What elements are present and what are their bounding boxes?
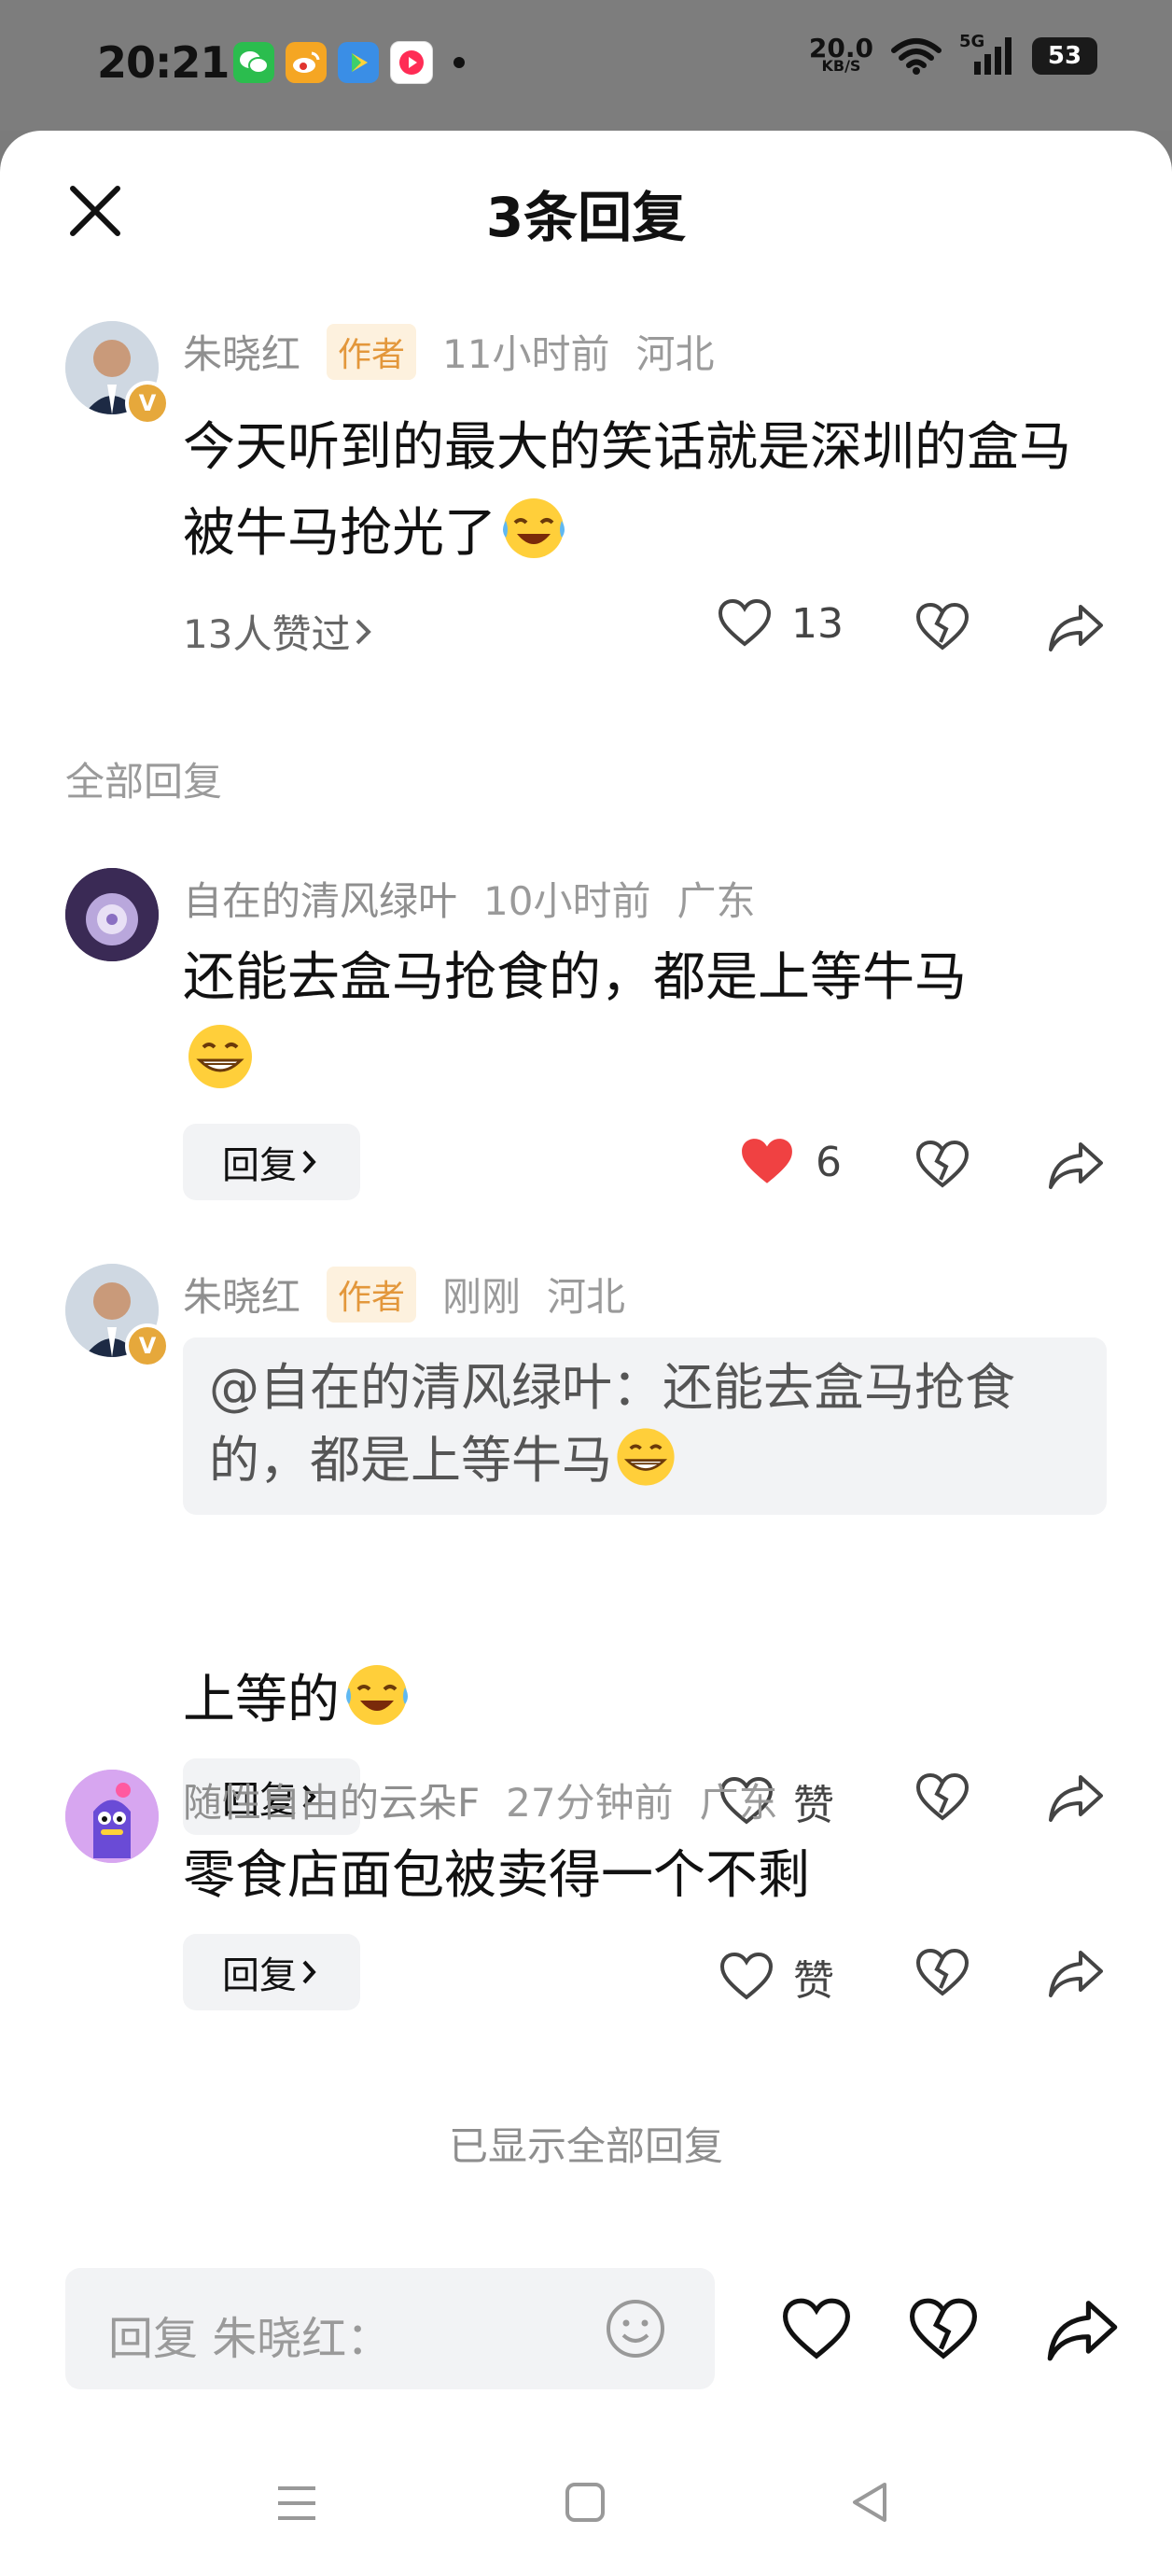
grin-emoji-icon	[617, 1428, 675, 1486]
reply-time: 27分钟前	[506, 1780, 674, 1826]
verified-badge-icon: V	[125, 381, 170, 426]
author-name[interactable]: 随性自由的云朵F	[183, 1771, 480, 1828]
net-speed-value: 20.0	[808, 33, 873, 63]
more-notifications-dot	[453, 57, 465, 68]
dislike-broken-heart-icon[interactable]	[914, 601, 970, 653]
reply-text: 上等的	[183, 1656, 1107, 1742]
share-icon[interactable]	[1047, 601, 1105, 653]
reply-button[interactable]: 回复	[183, 1124, 360, 1200]
avatar[interactable]	[65, 1770, 159, 1863]
reply-button-label: 回复	[222, 1144, 297, 1187]
reply-button-label: 回复	[222, 1954, 297, 1997]
reply-text: 还能去盒马抢食的，都是上等牛马	[183, 937, 1107, 1105]
replies-sheet: 3条回复 V 朱晓红 作者 11小时前 河北 今天听到的最大的笑话就是深圳的盒马…	[0, 131, 1172, 2576]
back-icon[interactable]	[849, 2479, 890, 2526]
grin-emoji-icon	[188, 1025, 252, 1088]
like-button[interactable]: 13	[717, 597, 844, 650]
home-icon[interactable]	[564, 2481, 607, 2524]
wechat-icon	[233, 42, 274, 83]
reply-location: 广东	[699, 1780, 778, 1826]
emoji-picker-icon[interactable]	[605, 2298, 666, 2359]
reply-text-content: 零食店面包被卖得一个不剩	[183, 1845, 810, 1906]
avatar[interactable]	[65, 868, 159, 961]
reply-meta: 随性自由的云朵F 27分钟前 广东	[183, 1771, 804, 1828]
comment-meta: 朱晓红 作者 11小时前 河北	[183, 323, 741, 380]
likers-label: 13人赞过	[183, 611, 351, 657]
net-speed: 20.0 KB/S	[808, 33, 873, 74]
author-badge: 作者	[327, 1266, 417, 1323]
likers-link[interactable]: 13人赞过	[183, 603, 378, 660]
comment-location: 河北	[635, 331, 715, 377]
status-time: 20:21	[97, 37, 230, 88]
quoted-reply: @自在的清风绿叶：还能去盒马抢食的，都是上等牛马	[183, 1337, 1107, 1515]
wifi-icon	[891, 38, 942, 75]
weibo-icon	[286, 42, 327, 83]
verified-badge-icon: V	[125, 1323, 170, 1368]
dislike-broken-heart-icon[interactable]	[914, 1139, 970, 1191]
reply-location: 河北	[547, 1274, 626, 1320]
reply-input[interactable]: 回复 朱晓红：	[65, 2268, 715, 2389]
comment-text: 今天听到的最大的笑话就是深圳的盒马被牛马抢光了	[183, 407, 1107, 575]
author-name[interactable]: 朱晓红	[183, 323, 300, 380]
heart-icon	[718, 598, 772, 647]
dislike-broken-heart-icon[interactable]	[907, 2296, 980, 2363]
reply-meta: 朱晓红 作者 刚刚 河北	[183, 1266, 651, 1323]
quoted-text: @自在的清风绿叶：还能去盒马抢食的，都是上等牛马	[209, 1352, 1095, 1496]
share-icon[interactable]	[1047, 1771, 1105, 1824]
reply-button[interactable]: 回复	[183, 1934, 360, 2010]
reply-text-content: 还能去盒马抢食的，都是上等牛马	[183, 947, 967, 1008]
like-count: 6	[816, 1138, 842, 1186]
chevron-right-icon	[356, 619, 372, 644]
reply-time: 刚刚	[442, 1274, 522, 1320]
like-count: 13	[791, 599, 844, 648]
chevron-right-icon	[302, 1960, 316, 1984]
all-replies-label: 全部回复	[65, 759, 223, 805]
reply-location: 广东	[677, 878, 756, 924]
cellular-signal-icon: 5G	[959, 32, 1015, 77]
like-heart-icon[interactable]	[780, 2296, 853, 2363]
share-icon[interactable]	[1047, 1139, 1105, 1191]
notification-icons	[233, 41, 465, 84]
chevron-right-icon	[302, 1150, 316, 1174]
menu-icon[interactable]	[274, 2483, 319, 2524]
comment-text-content: 今天听到的最大的笑话就是深圳的盒马被牛马抢光了	[183, 417, 1071, 564]
author-badge: 作者	[327, 323, 417, 380]
reply-text: 零食店面包被卖得一个不剩	[183, 1835, 1107, 1917]
sheet-title: 3条回复	[485, 186, 687, 249]
dislike-broken-heart-icon[interactable]	[914, 1947, 970, 1999]
reply-input-placeholder: 回复 朱晓红：	[108, 2313, 392, 2365]
like-label: 赞	[793, 1957, 834, 2005]
author-name[interactable]: 自在的清风绿叶	[183, 870, 457, 927]
like-button[interactable]: 赞	[719, 1947, 834, 2007]
like-button[interactable]: 6	[737, 1135, 842, 1189]
heart-icon	[719, 1952, 774, 2000]
reply-meta: 自在的清风绿叶 10小时前 广东	[183, 870, 781, 927]
video-app-2-icon	[390, 41, 433, 84]
share-icon[interactable]	[1045, 2296, 1120, 2363]
comment-time: 11小时前	[442, 331, 610, 377]
video-app-icon	[338, 42, 379, 83]
laugh-cry-emoji-icon	[346, 1665, 408, 1725]
reply-time: 10小时前	[483, 878, 651, 924]
battery-indicator: 53	[1032, 37, 1097, 75]
laugh-cry-emoji-icon	[503, 498, 565, 558]
status-bar: 20:21 20.0 KB/S 5G 53	[0, 0, 1172, 131]
share-icon[interactable]	[1047, 1947, 1105, 1999]
reply-text-content: 上等的	[183, 1670, 340, 1730]
author-name[interactable]: 朱晓红	[183, 1266, 300, 1323]
heart-filled-icon	[742, 1139, 792, 1183]
dislike-broken-heart-icon[interactable]	[914, 1771, 970, 1824]
